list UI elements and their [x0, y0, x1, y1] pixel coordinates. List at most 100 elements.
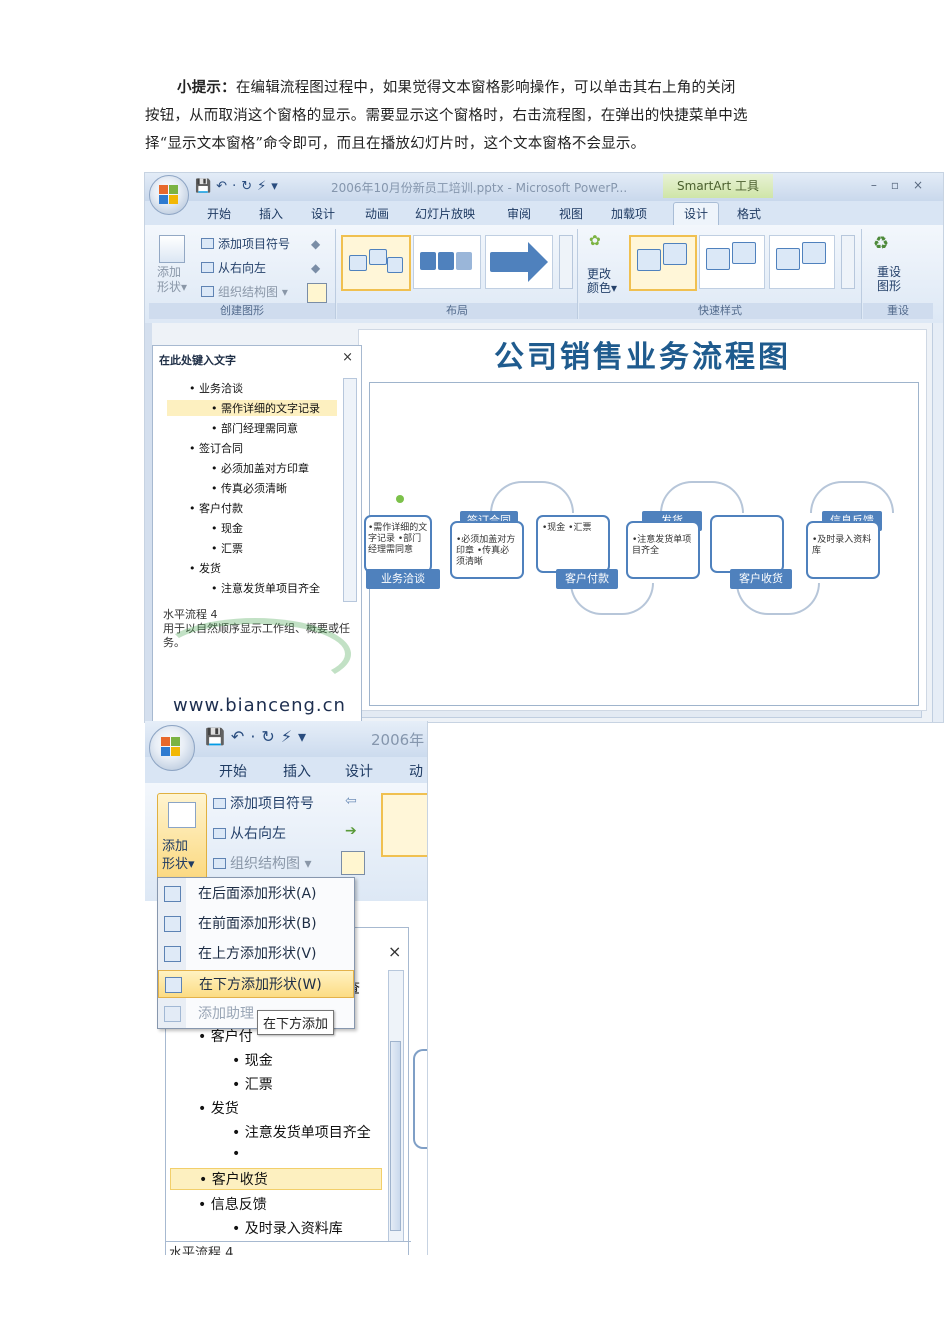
add-shape-button[interactable]: 添加 形状▾ — [157, 265, 187, 295]
tab-design[interactable]: 设计 — [345, 761, 373, 781]
text-pane-scrollbar[interactable] — [388, 970, 404, 1242]
window-title: 2006年 — [371, 731, 425, 749]
text-pane-close-button[interactable]: × — [388, 942, 401, 961]
flow-node-1[interactable]: •需作详细的文字记录 •部门经理需同意 — [364, 515, 432, 573]
text-pane-item[interactable]: • 汇票 — [232, 1074, 273, 1094]
tab-animations[interactable]: 动画 — [365, 205, 389, 222]
text-pane-item[interactable]: • 客户收货 — [170, 1168, 382, 1190]
add-bullet-button[interactable]: 添加项目符号 — [201, 235, 290, 252]
slide-title[interactable]: 公司销售业务流程图 — [359, 332, 926, 376]
style-gallery-scroll[interactable] — [841, 235, 855, 289]
tab-insert[interactable]: 插入 — [283, 761, 311, 781]
text-pane-item[interactable]: • 客户付 — [198, 1026, 253, 1046]
text-pane-item[interactable]: • 需作详细的文字记录 — [167, 400, 337, 416]
office-button[interactable] — [149, 725, 195, 771]
text-pane-item[interactable]: • 注意发货单项目齐全 — [211, 580, 320, 596]
layout-thumb-horizontal-process[interactable] — [381, 793, 427, 857]
add-bullet-button[interactable]: 添加项目符号 — [213, 793, 314, 813]
text-pane-item[interactable]: • 必须加盖对方印章 — [211, 460, 309, 476]
tab-design[interactable]: 设计 — [311, 205, 335, 222]
layout-gallery-scroll[interactable] — [559, 235, 573, 289]
window-controls[interactable]: –▫× — [871, 178, 937, 192]
tab-format[interactable]: 格式 — [737, 205, 761, 222]
flow-node-2[interactable]: •必须加盖对方印章 •传真必须清晰 — [450, 521, 524, 579]
node-3-label[interactable]: 客户付款 — [556, 569, 618, 589]
flow-node-3[interactable]: •现金 •汇票 — [536, 515, 610, 573]
text-pane-item[interactable]: • 现金 — [211, 520, 243, 536]
tooltip: 在下方添加 — [257, 1010, 335, 1035]
style-thumb-3[interactable] — [769, 235, 835, 289]
tab-addins[interactable]: 加载项 — [611, 205, 647, 222]
quick-access-toolbar[interactable]: 💾↶·↻⚡▾ — [195, 179, 283, 194]
demote-icon[interactable]: ◆ — [311, 261, 320, 275]
text-pane-item[interactable]: • 部门经理需同意 — [211, 420, 298, 436]
text-pane-item[interactable]: • 签订合同 — [189, 440, 243, 456]
layout-thumb-arrow[interactable] — [485, 235, 553, 289]
text-pane-item[interactable]: • 及时录入资料库 — [232, 1218, 343, 1238]
menu-add-shape-after[interactable]: 在后面添加形状(A) — [158, 880, 354, 908]
flow-node-4[interactable]: •注意发货单项目齐全 — [626, 521, 700, 579]
ribbon: 添加形状▾ 添加项目符号 从右向左 组织结构图 ▾ ◆ ◆ 创建图形 布局 ✿ — [145, 225, 943, 324]
reset-graphic-button[interactable]: 重设 图形 — [877, 265, 901, 293]
group-layouts: 布局 — [337, 229, 578, 319]
text-pane-item[interactable]: • 信息反馈 — [198, 1194, 267, 1214]
change-colors-button[interactable]: 更改 颜色▾ — [587, 267, 617, 295]
tab-animations[interactable]: 动 — [409, 761, 423, 781]
slide-node-edge — [413, 1049, 427, 1149]
text-pane-close-button[interactable]: × — [342, 350, 353, 365]
tab-review[interactable]: 审阅 — [507, 205, 531, 222]
text-pane-item[interactable]: • 客户付款 — [189, 500, 243, 516]
tab-smartart-design[interactable]: 设计 — [673, 202, 720, 227]
add-shape-icon — [159, 235, 185, 263]
text-pane-item[interactable]: • 现金 — [232, 1050, 273, 1070]
tab-home[interactable]: 开始 — [207, 205, 231, 222]
right-to-left-button[interactable]: 从右向左 — [201, 259, 266, 276]
text-pane-item[interactable]: • — [232, 1146, 240, 1162]
promote-icon[interactable]: ◆ — [311, 237, 320, 251]
tab-insert[interactable]: 插入 — [259, 205, 283, 222]
text-pane-item[interactable]: • 汇票 — [211, 540, 243, 556]
promote-icon[interactable]: ⇦ — [345, 793, 357, 809]
demote-icon[interactable]: ➔ — [345, 823, 357, 839]
tab-home[interactable]: 开始 — [219, 761, 247, 781]
flow-node-5[interactable] — [710, 515, 784, 573]
tip-line-3: 择“显示文本窗格”命令即可，而且在播放幻灯片时，这个文本窗格不会显示。 — [145, 136, 646, 152]
group-label-styles: 快速样式 — [579, 303, 861, 319]
group-create-graphic: 添加 形状▾ 添加项目符号 从右向左 组织结构图 ▾ ◆ ◆ 创建图形 — [149, 229, 336, 319]
text-pane-toggle-icon[interactable] — [307, 283, 327, 303]
flow-node-6[interactable]: •及时录入资料库 — [806, 521, 880, 579]
style-thumb-2[interactable] — [699, 235, 765, 289]
ribbon-tabs: 开始 插入 设计 动画 幻灯片放映 审阅 视图 加载项 设计 格式 — [145, 201, 943, 227]
style-thumb-1[interactable] — [629, 235, 697, 291]
office-button[interactable] — [149, 175, 189, 215]
text-pane-toggle-icon[interactable] — [341, 851, 365, 875]
node-5-label[interactable]: 客户收货 — [730, 569, 792, 589]
add-shape-label: 添加 形状▾ — [162, 839, 195, 872]
group-smartart-styles: ✿ 更改 颜色▾ 快速样式 — [579, 229, 862, 319]
layout-thumb-horizontal-process[interactable] — [341, 235, 411, 291]
org-chart-button[interactable]: 组织结构图 ▾ — [201, 283, 288, 300]
layout-thumb-chevron[interactable] — [413, 235, 481, 289]
tab-view[interactable]: 视图 — [559, 205, 583, 222]
menu-add-shape-above[interactable]: 在上方添加形状(V) — [158, 940, 354, 968]
smartart-frame[interactable]: •需作详细的文字记录 •部门经理需同意 业务洽谈 签订合同 •必须加盖对方印章 … — [364, 382, 919, 706]
add-shape-button[interactable]: 添加 形状▾ — [157, 793, 207, 885]
text-pane-item[interactable]: • 传真必须清晰 — [211, 480, 287, 496]
text-pane-item[interactable]: • 发货 — [189, 560, 221, 576]
bullet-list-icon — [201, 238, 214, 249]
org-chart-button[interactable]: 组织结构图 ▾ — [213, 853, 311, 873]
vertical-scrollbar[interactable] — [932, 323, 943, 722]
text-pane-item[interactable]: • 发货 — [198, 1098, 239, 1118]
quick-access-toolbar[interactable]: 💾↶·↻⚡▾ — [205, 727, 312, 746]
right-to-left-button[interactable]: 从右向左 — [213, 823, 286, 843]
tab-slideshow[interactable]: 幻灯片放映 — [415, 205, 475, 222]
rotate-handle-icon[interactable] — [396, 495, 404, 503]
text-pane-item[interactable]: • 注意发货单项目齐全 — [232, 1122, 371, 1142]
scroll-thumb[interactable] — [390, 1041, 401, 1231]
node-2-text: •必须加盖对方印章 •传真必须清晰 — [456, 535, 516, 567]
menu-add-shape-before[interactable]: 在前面添加形状(B) — [158, 910, 354, 938]
text-pane-item[interactable]: • 业务洽谈 — [189, 380, 243, 396]
node-1-label[interactable]: 业务洽谈 — [366, 569, 440, 589]
text-pane-scrollbar[interactable] — [343, 378, 357, 602]
menu-add-shape-below[interactable]: 在下方添加形状(W) — [158, 970, 354, 998]
